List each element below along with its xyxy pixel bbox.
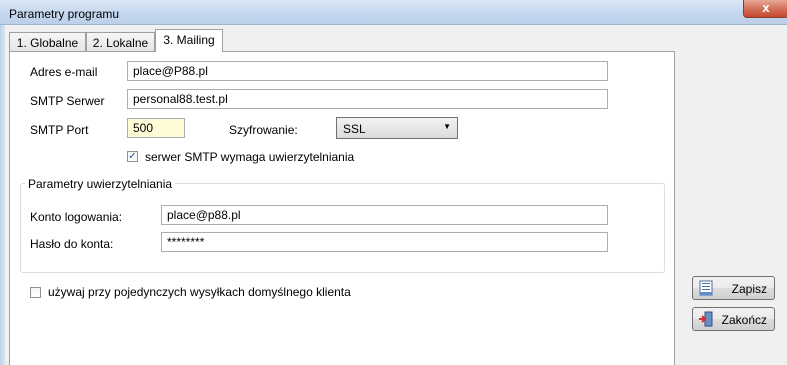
save-button-label: Zapisz [731, 282, 767, 296]
close-app-button-label: Zakończ [721, 313, 767, 327]
save-document-icon [699, 280, 713, 296]
tab-globalne[interactable]: 1. Globalne [9, 32, 86, 52]
smtp-server-field[interactable] [127, 89, 608, 109]
smtp-port-field[interactable] [127, 118, 185, 138]
window-frame-edge [0, 25, 5, 365]
tab-mailing[interactable]: 3. Mailing [155, 29, 223, 52]
auth-required-checkbox[interactable]: ✓ [127, 151, 138, 162]
email-label: Adres e-mail [30, 65, 98, 79]
email-field[interactable] [127, 61, 608, 81]
login-field[interactable] [161, 205, 608, 225]
tab-label: 1. Globalne [16, 36, 79, 50]
tab-label: 2. Lokalne [92, 36, 149, 50]
smtp-port-label: SMTP Port [30, 123, 89, 137]
checkmark-icon: ✓ [128, 151, 137, 162]
auth-group-legend: Parametry uwierzytelniania [25, 177, 176, 191]
exit-door-icon [699, 311, 713, 327]
password-field[interactable] [161, 232, 608, 252]
tab-lokalne[interactable]: 2. Lokalne [86, 32, 155, 52]
login-label: Konto logowania: [30, 210, 123, 224]
password-label: Hasło do konta: [30, 237, 114, 251]
close-app-button[interactable]: Zakończ [692, 307, 775, 331]
save-button[interactable]: Zapisz [692, 276, 775, 300]
auth-groupbox [20, 183, 665, 273]
encryption-selected-value: SSL [343, 122, 366, 136]
tab-label: 3. Mailing [163, 33, 215, 47]
smtp-server-label: SMTP Serwer [30, 94, 105, 108]
default-client-checkbox[interactable] [30, 287, 41, 298]
window-title: Parametry programu [9, 7, 120, 21]
window-close-button[interactable]: x [743, 0, 787, 18]
title-bar: Parametry programu x [0, 0, 787, 25]
default-client-label: używaj przy pojedynczych wysyłkach domyś… [48, 285, 351, 299]
encryption-select[interactable]: SSL ▼ [336, 117, 458, 139]
encryption-label: Szyfrowanie: [229, 123, 298, 137]
auth-required-label: serwer SMTP wymaga uwierzytelniania [145, 150, 355, 164]
close-icon: x [762, 0, 770, 15]
chevron-down-icon: ▼ [443, 122, 451, 131]
